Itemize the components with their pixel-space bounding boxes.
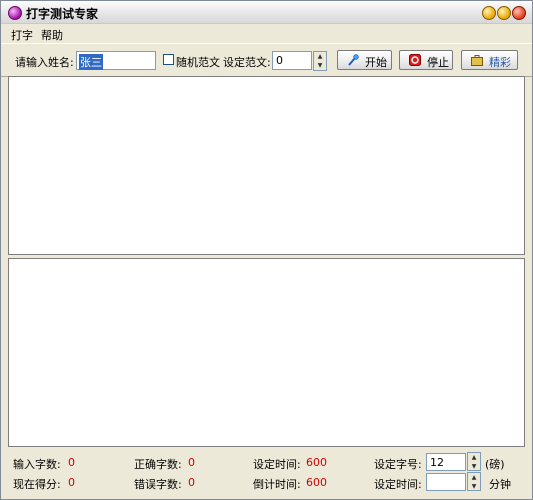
score-label: 现在得分:: [13, 478, 61, 491]
wand-icon: [348, 54, 359, 66]
sample-text-pane[interactable]: [8, 76, 525, 255]
briefcase-icon: [471, 55, 483, 66]
set-time-value: 600: [306, 456, 327, 469]
minimize-icon[interactable]: [482, 6, 496, 20]
window-title: 打字测试专家: [26, 7, 99, 21]
error-count-value: 0: [188, 476, 195, 489]
set-text-label: 设定范文:: [223, 56, 271, 69]
stepper-up-icon[interactable]: ▲: [314, 52, 326, 61]
minute-unit-label: 分钟: [489, 478, 511, 491]
menu-item-typing[interactable]: 打字: [11, 27, 33, 43]
typed-count-value: 0: [68, 456, 75, 469]
stepper-down-icon[interactable]: ▼: [314, 61, 326, 70]
stepper-up-icon[interactable]: ▲: [468, 473, 480, 482]
highlight-button[interactable]: 精彩: [461, 50, 518, 70]
menu-bar: 打字 帮助: [1, 24, 532, 42]
stop-icon: [409, 54, 421, 66]
stop-button-label: 停止: [427, 56, 449, 69]
start-button[interactable]: 开始: [337, 50, 392, 70]
stepper-up-icon[interactable]: ▲: [468, 453, 480, 462]
start-button-label: 开始: [365, 56, 387, 69]
typing-input-pane[interactable]: [8, 258, 525, 447]
set-time2-input[interactable]: [426, 473, 466, 491]
app-window: 打字测试专家 打字 帮助 请输入姓名: 张三 随机范文 设定范文: 0 ▲ ▼ …: [0, 0, 533, 500]
menu-item-help[interactable]: 帮助: [41, 27, 63, 43]
font-size-input[interactable]: 12: [426, 453, 466, 471]
correct-count-value: 0: [188, 456, 195, 469]
countdown-label: 倒计时间:: [253, 478, 301, 491]
stop-button[interactable]: 停止: [399, 50, 453, 70]
set-text-input[interactable]: 0: [272, 51, 312, 70]
random-text-label: 随机范文: [176, 56, 220, 69]
close-icon[interactable]: [512, 6, 526, 20]
stepper-down-icon[interactable]: ▼: [468, 462, 480, 471]
name-label: 请输入姓名:: [15, 56, 74, 69]
font-unit-label: (磅): [485, 458, 505, 471]
score-value: 0: [68, 476, 75, 489]
stepper-down-icon[interactable]: ▼: [468, 482, 480, 491]
maximize-icon[interactable]: [497, 6, 511, 20]
font-size-value: 12: [430, 456, 444, 469]
set-time2-stepper[interactable]: ▲ ▼: [467, 472, 481, 491]
typed-count-label: 输入字数:: [13, 458, 61, 471]
set-time2-label: 设定时间:: [374, 478, 422, 491]
name-input-value: 张三: [79, 54, 103, 70]
set-text-stepper[interactable]: ▲ ▼: [313, 51, 327, 71]
font-size-stepper[interactable]: ▲ ▼: [467, 452, 481, 471]
highlight-button-label: 精彩: [489, 56, 511, 69]
font-size-label: 设定字号:: [374, 458, 422, 471]
name-input[interactable]: 张三: [76, 51, 156, 70]
set-text-value: 0: [276, 54, 283, 67]
correct-count-label: 正确字数:: [134, 458, 182, 471]
app-logo-icon: [8, 6, 22, 20]
countdown-value: 600: [306, 476, 327, 489]
random-text-checkbox[interactable]: [163, 54, 174, 65]
title-bar[interactable]: 打字测试专家: [1, 1, 532, 24]
set-time-label: 设定时间:: [253, 458, 301, 471]
error-count-label: 错误字数:: [134, 478, 182, 491]
